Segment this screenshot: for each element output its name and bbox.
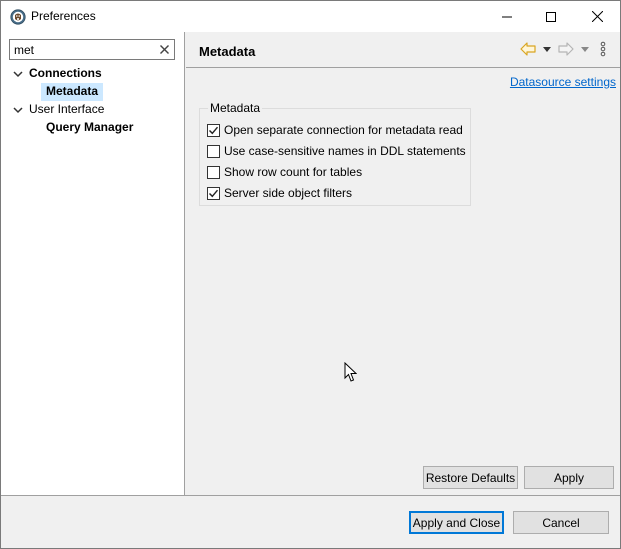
checkbox-label: Server side object filters [224, 186, 353, 200]
cancel-button[interactable]: Cancel [513, 511, 609, 534]
checkbox[interactable] [207, 186, 220, 200]
tree-item-connections[interactable]: Connections [13, 65, 173, 82]
restore-defaults-button[interactable]: Restore Defaults [423, 466, 518, 489]
datasource-settings-link[interactable]: Datasource settings [510, 75, 616, 89]
metadata-group: Metadata Open separate connection for me… [199, 101, 471, 206]
preference-page: Metadata Datasource settings Metadata Op… [186, 32, 620, 495]
maximize-button[interactable] [528, 1, 574, 32]
tree-item-metadata[interactable]: Metadata [46, 83, 106, 100]
chevron-down-icon[interactable] [13, 105, 23, 115]
forward-dropdown-icon[interactable] [581, 47, 589, 52]
back-arrow-icon[interactable] [520, 42, 536, 56]
checkmark-icon [209, 126, 219, 134]
header-separator [186, 67, 620, 68]
apply-button[interactable]: Apply [524, 466, 614, 489]
apply-and-close-button[interactable]: Apply and Close [409, 511, 504, 534]
filter-field[interactable] [9, 39, 175, 60]
more-vertical-icon[interactable] [600, 41, 606, 57]
tree-item-user-interface[interactable]: User Interface [13, 101, 173, 118]
tree-item-label: User Interface [29, 102, 105, 116]
tree-item-label: Query Manager [46, 120, 134, 134]
option-server-side-filters[interactable]: Server side object filters [207, 185, 352, 201]
close-icon [159, 44, 169, 54]
clear-filter-button[interactable] [157, 42, 171, 56]
minimize-icon [502, 16, 512, 17]
option-separate-connection[interactable]: Open separate connection for metadata re… [207, 122, 463, 138]
close-window-button[interactable] [574, 1, 620, 32]
dbeaver-beaver-icon [10, 9, 26, 25]
close-icon [591, 11, 603, 22]
checkbox-label: Open separate connection for metadata re… [224, 123, 463, 137]
checkbox-label: Show row count for tables [224, 165, 363, 179]
back-dropdown-icon[interactable] [543, 47, 551, 52]
checkbox[interactable] [207, 123, 220, 137]
bottom-separator [1, 495, 620, 496]
preferences-tree-panel: Connections Metadata User Interface Quer… [1, 32, 185, 495]
window-title: Preferences [31, 9, 96, 23]
chevron-down-icon[interactable] [13, 69, 23, 79]
checkbox-label: Use case-sensitive names in DDL statemen… [224, 144, 466, 158]
filter-input[interactable] [14, 41, 154, 58]
minimize-button[interactable] [484, 1, 530, 32]
mouse-cursor-icon [344, 362, 357, 382]
checkmark-icon [209, 189, 219, 197]
checkbox[interactable] [207, 144, 220, 158]
page-title: Metadata [199, 44, 256, 59]
preferences-window: Preferences met Connections Metadata Use… [0, 0, 621, 549]
tree-item-query-manager[interactable]: Query Manager [46, 119, 166, 136]
checkbox[interactable] [207, 165, 220, 179]
forward-arrow-icon[interactable] [558, 42, 574, 56]
group-label: Metadata [208, 101, 263, 115]
option-show-row-count[interactable]: Show row count for tables [207, 164, 362, 180]
maximize-icon [546, 11, 556, 22]
tree-item-label: Connections [29, 66, 102, 80]
title-bar: Preferences [1, 1, 620, 32]
option-case-sensitive-names[interactable]: Use case-sensitive names in DDL statemen… [207, 143, 466, 159]
tree-item-label: Metadata [46, 84, 99, 98]
